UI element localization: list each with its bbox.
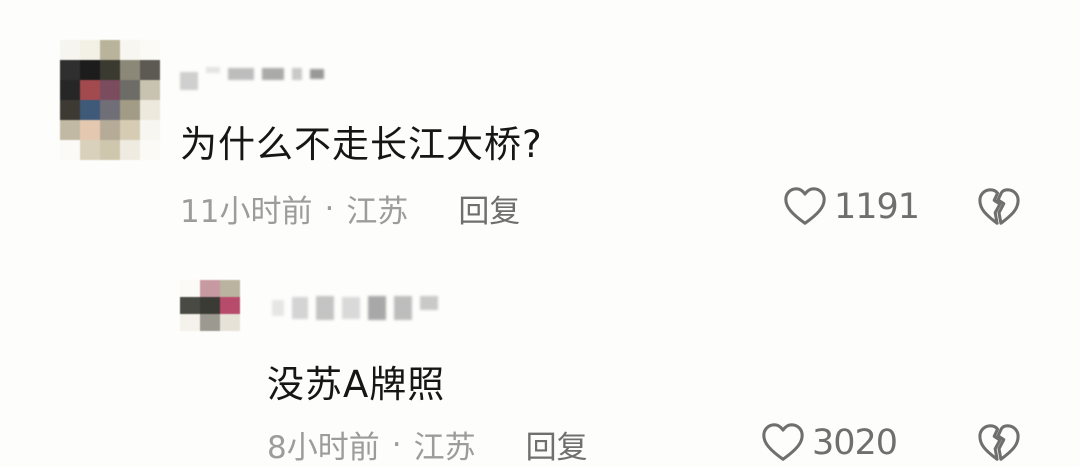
like-button[interactable]: 1191 (782, 184, 920, 230)
timestamp: 11小时前 (180, 194, 313, 230)
username-blurred[interactable] (272, 296, 438, 320)
like-count: 3020 (812, 423, 898, 463)
location: 江苏 (413, 430, 476, 466)
broken-heart-icon (978, 424, 1020, 461)
comment-text: 为什么不走长江大桥? (180, 123, 543, 166)
location: 江苏 (346, 194, 409, 230)
comment-text: 没苏A牌照 (267, 363, 446, 406)
dislike-button[interactable] (976, 422, 1022, 464)
heart-outline-icon (784, 187, 826, 225)
timestamp: 8小时前 (267, 430, 380, 466)
comment-meta: 8小时前 · 江苏 回复 (267, 422, 588, 467)
separator: · (324, 190, 335, 227)
reply-button[interactable]: 回复 (458, 186, 520, 231)
heart-outline-icon (762, 423, 804, 461)
separator: · (391, 426, 402, 463)
like-count: 1191 (834, 187, 920, 227)
username-blurred[interactable] (180, 58, 324, 90)
avatar[interactable] (180, 280, 242, 332)
comment-list: 为什么不走长江大桥? 11小时前 · 江苏 回复 1191 没苏A牌照 8小时前… (0, 0, 1080, 467)
avatar[interactable] (60, 40, 160, 160)
like-button[interactable]: 3020 (760, 420, 898, 466)
dislike-button[interactable] (976, 186, 1022, 228)
comment-meta: 11小时前 · 江苏 回复 (180, 186, 520, 231)
reply-button[interactable]: 回复 (526, 422, 588, 467)
broken-heart-icon (978, 188, 1020, 225)
